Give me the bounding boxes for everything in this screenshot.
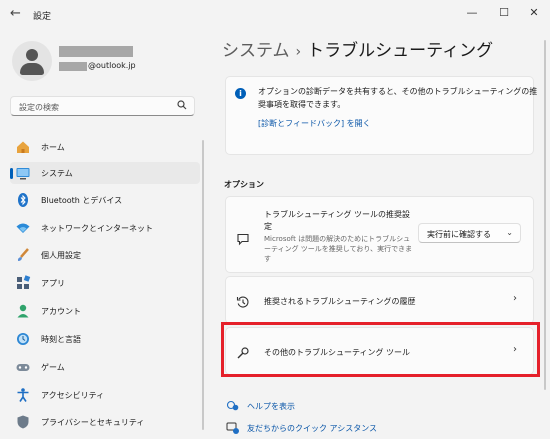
network-icon	[15, 220, 31, 236]
info-text: オプションの診断データを共有すると、その他のトラブルシューティングの推奨事項を取…	[258, 87, 538, 109]
get-help-link[interactable]: ヘルプを表示	[247, 401, 295, 412]
history-icon	[236, 294, 250, 308]
sidebar-item-label: Bluetooth とデバイス	[41, 196, 123, 205]
selected-indicator	[10, 168, 13, 179]
sidebar-item-label: アカウント	[41, 307, 81, 316]
gaming-icon	[15, 359, 31, 375]
troubleshoot-history-title: 推奨されるトラブルシューティングの履歴	[264, 297, 416, 306]
sidebar-item-apps[interactable]: アプリ	[10, 272, 200, 294]
sidebar-item-network[interactable]: ネットワークとインターネット	[10, 217, 200, 239]
sidebar-scrollbar[interactable]	[202, 140, 204, 430]
diagnostics-link[interactable]: [診断とフィードバック] を開く	[258, 118, 371, 129]
chat-bubble-icon	[236, 231, 250, 246]
avatar-body	[20, 63, 44, 75]
home-icon	[15, 139, 31, 155]
minimize-button[interactable]: —	[464, 6, 480, 19]
search-placeholder: 設定の検索	[19, 103, 59, 112]
account-icon	[15, 303, 31, 319]
help-icon	[226, 398, 240, 412]
sidebar-item-label: 個人用設定	[41, 251, 81, 260]
bluetooth-icon	[15, 192, 31, 208]
options-heading: オプション	[224, 180, 264, 189]
close-button[interactable]: ✕	[526, 6, 542, 19]
recommended-settings-title: トラブルシューティング ツールの推奨設定	[264, 210, 411, 231]
accessibility-icon	[15, 387, 31, 403]
info-icon: i	[235, 88, 246, 99]
back-arrow-icon[interactable]: ←	[10, 6, 21, 21]
sidebar-item-label: 時刻と言語	[41, 335, 81, 344]
sidebar-item-label: ゲーム	[41, 363, 65, 372]
chevron-right-icon: ›	[513, 293, 517, 304]
sidebar-item-gaming[interactable]: ゲーム	[10, 356, 200, 378]
personalization-icon	[15, 247, 31, 263]
recommended-settings-dropdown[interactable]: 実行前に確認する ⌄	[418, 223, 521, 243]
window-title: 設定	[33, 12, 52, 22]
quick-assist-icon	[226, 420, 240, 434]
recommended-settings-card: トラブルシューティング ツールの推奨設定 Microsoft は問題の解決のため…	[225, 196, 534, 273]
sidebar-item-time-language[interactable]: 時刻と言語	[10, 328, 200, 350]
recommended-settings-description: Microsoft は問題の解決のためにトラブルシューティング ツールを推奨して…	[264, 235, 413, 263]
sidebar-item-privacy[interactable]: プライバシーとセキュリティ	[10, 411, 200, 433]
page-title: トラブルシューティング	[307, 41, 494, 61]
maximize-button[interactable]: ☐	[496, 6, 512, 19]
avatar[interactable]	[12, 41, 52, 81]
search-input[interactable]: 設定の検索	[10, 96, 195, 116]
system-icon	[15, 165, 31, 181]
chevron-down-icon: ⌄	[506, 228, 513, 237]
apps-icon	[15, 275, 31, 291]
sidebar-item-label: システム	[41, 169, 73, 178]
content-scrollbar[interactable]	[544, 40, 546, 390]
breadcrumb: システム › トラブルシューティング	[222, 36, 493, 61]
breadcrumb-separator: ›	[295, 44, 302, 60]
shield-icon	[15, 414, 31, 430]
user-email-redacted	[59, 62, 87, 71]
sidebar-item-label: プライバシーとセキュリティ	[41, 418, 145, 427]
title-bar: ← 設定 — ☐ ✕	[0, 0, 550, 30]
dropdown-selected-value: 実行前に確認する	[427, 230, 491, 239]
sidebar-item-label: ネットワークとインターネット	[41, 224, 153, 233]
sidebar-item-label: アクセシビリティ	[41, 391, 105, 400]
breadcrumb-parent[interactable]: システム	[222, 41, 290, 61]
info-card: i オプションの診断データを共有すると、その他のトラブルシューティングの推奨事項…	[225, 76, 537, 155]
time-language-icon	[15, 331, 31, 347]
sidebar-item-home[interactable]: ホーム	[10, 136, 200, 158]
sidebar-item-bluetooth[interactable]: Bluetooth とデバイス	[10, 189, 200, 211]
sidebar-item-label: ホーム	[41, 143, 65, 152]
quick-assist-link[interactable]: 友だちからのクイック アシスタンス	[247, 423, 377, 434]
user-name-redacted	[59, 46, 133, 57]
sidebar-item-personalization[interactable]: 個人用設定	[10, 244, 200, 266]
search-icon	[177, 100, 187, 113]
sidebar-item-label: アプリ	[41, 279, 65, 288]
highlight-box	[221, 322, 540, 377]
troubleshoot-history-card[interactable]: 推奨されるトラブルシューティングの履歴 ›	[225, 276, 534, 324]
sidebar-item-accessibility[interactable]: アクセシビリティ	[10, 384, 200, 406]
user-email: @outlook.jp	[88, 61, 136, 70]
avatar-head	[26, 49, 38, 61]
sidebar-item-system[interactable]: システム	[10, 162, 200, 184]
sidebar-item-account[interactable]: アカウント	[10, 300, 200, 322]
